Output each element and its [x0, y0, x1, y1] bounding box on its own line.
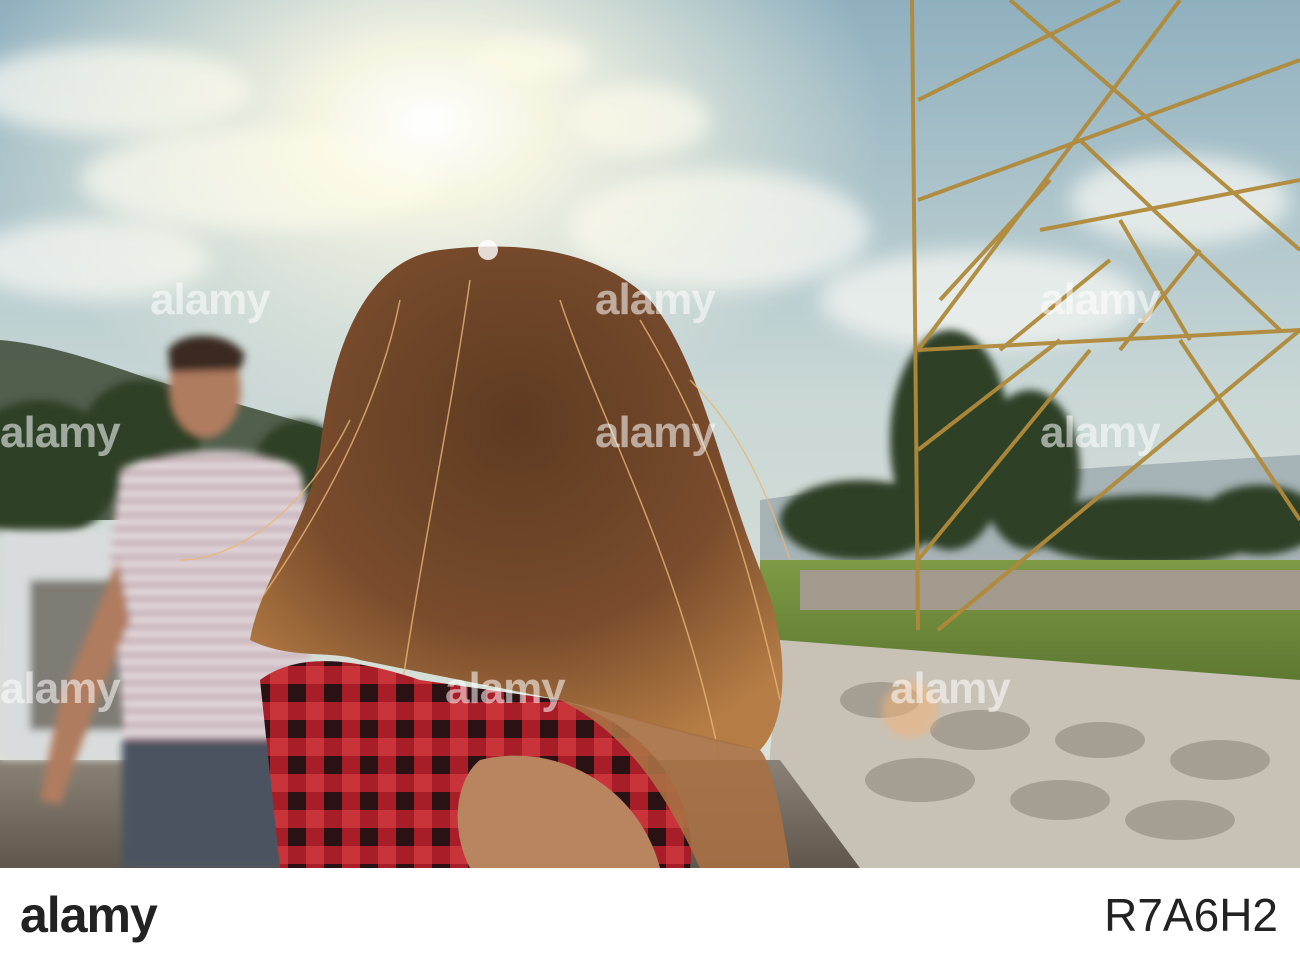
stock-footer-bar: alamy R7A6H2 — [0, 868, 1300, 957]
watermark-text: alamy — [0, 664, 121, 713]
watermark-text: alamy — [595, 408, 716, 457]
alamy-logo: alamy — [20, 887, 158, 943]
watermark-text: alamy — [445, 664, 566, 713]
watermark-text: alamy — [890, 664, 1011, 713]
photo: alamy alamy alamy alamy alamy alamy alam… — [0, 0, 1300, 868]
watermark-text: alamy — [1040, 275, 1161, 324]
watermark-text: alamy — [0, 408, 121, 457]
image-id: R7A6H2 — [1104, 889, 1278, 941]
watermark-text: alamy — [595, 275, 716, 324]
watermark-text: alamy — [150, 275, 271, 324]
watermark-text: alamy — [1040, 408, 1161, 457]
stock-photo-frame: alamy alamy alamy alamy alamy alamy alam… — [0, 0, 1300, 957]
